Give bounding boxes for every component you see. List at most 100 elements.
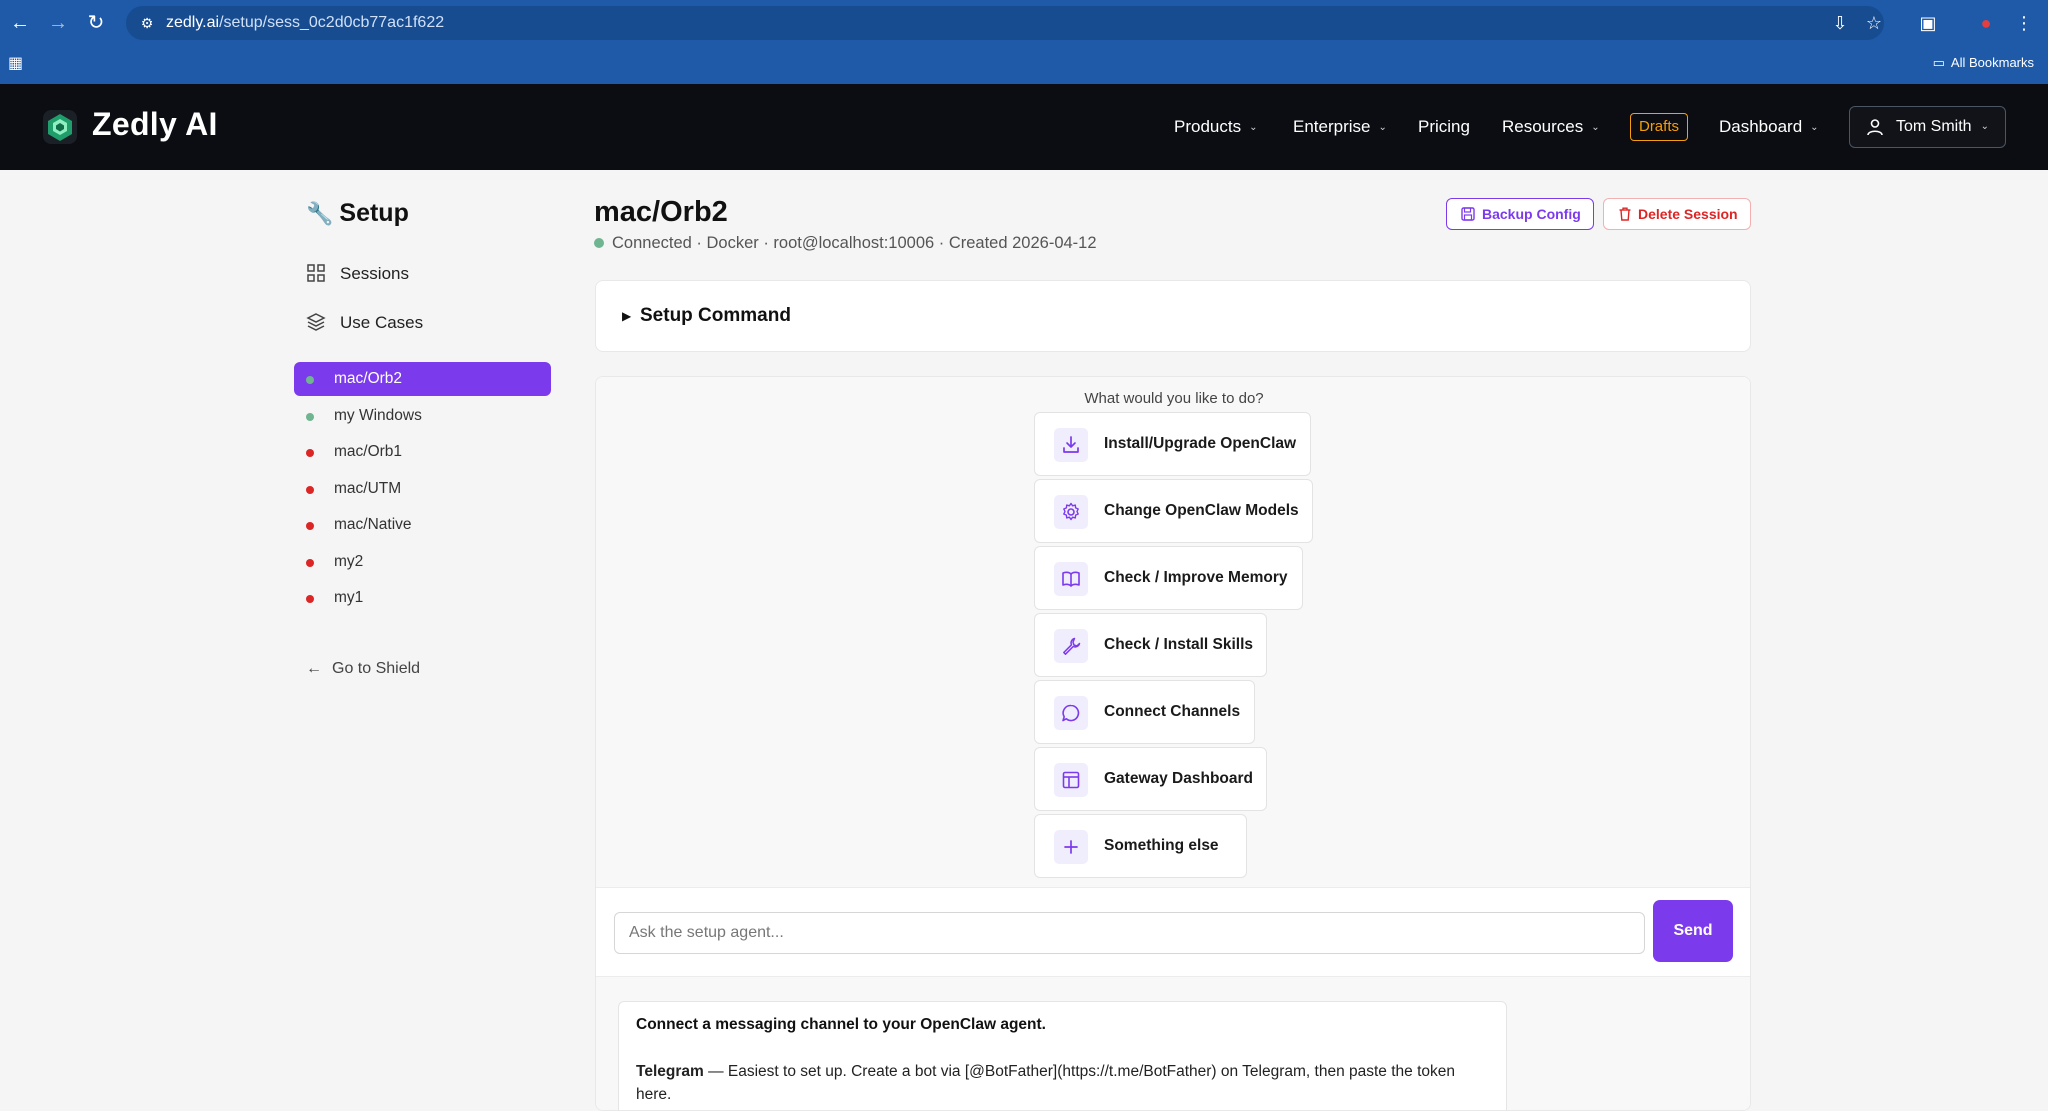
sidebar-link-use-cases[interactable]: Use Cases [306,312,423,333]
install-app-icon[interactable]: ⇩ [1828,11,1852,35]
layers-icon [306,313,326,331]
option-gateway-dashboard[interactable]: Gateway Dashboard [1034,747,1267,811]
zedly-logo-icon[interactable] [42,109,78,145]
ask-agent-input[interactable] [614,912,1645,954]
nav-enterprise[interactable]: Enterprise ⌄ [1293,117,1387,137]
session-item[interactable]: my2 [294,545,551,579]
agent-message: Connect a messaging channel to your Open… [618,1001,1507,1110]
session-label: my Windows [334,407,422,424]
status-dot [306,559,314,567]
delete-session-button[interactable]: Delete Session [1603,198,1751,230]
menu-kebab-icon[interactable]: ⋮ [2012,11,2036,35]
status-dot [306,449,314,457]
all-bookmarks[interactable]: ▭ All Bookmarks [1933,55,2034,71]
option-install-skills[interactable]: Check / Install Skills [1034,613,1267,677]
option-install-upgrade[interactable]: Install/Upgrade OpenClaw [1034,412,1311,476]
option-label: Gateway Dashboard [1104,770,1254,787]
nav-dashboard-label: Dashboard [1719,117,1803,136]
option-label: Check / Improve Memory [1104,569,1288,586]
status-dot [306,522,314,530]
save-icon [1461,207,1475,221]
option-check-memory[interactable]: Check / Improve Memory [1034,546,1303,610]
setup-command-title: Setup Command [640,305,791,326]
chevron-down-icon: ⌄ [1591,122,1600,133]
wrench-icon: 🔧 [306,201,334,226]
send-button[interactable]: Send [1653,900,1733,962]
status-dot [306,413,314,421]
go-to-shield-link[interactable]: ← Go to Shield [306,660,420,678]
nav-dashboard[interactable]: Dashboard ⌄ [1719,117,1819,137]
extension-pin-icon[interactable]: ● [1974,11,1998,35]
url-text[interactable]: zedly.ai/setup/sess_0c2d0cb77ac1f622 [166,14,444,32]
options-area: What would you like to do? Install/Upgra… [596,377,1750,887]
chevron-down-icon: ⌄ [1980,121,1989,132]
status-dot [306,595,314,603]
browser-chrome: ← → ↻ ⚙ zedly.ai/setup/sess_0c2d0cb77ac1… [0,0,2048,84]
message-body: Telegram — Easiest to set up. Create a b… [636,1060,1476,1106]
disclosure-triangle-icon: ▶ [622,309,632,323]
nav-resources[interactable]: Resources ⌄ [1502,117,1600,137]
download-icon [1054,428,1088,462]
browser-toolbar: ← → ↻ ⚙ zedly.ai/setup/sess_0c2d0cb77ac1… [0,0,2048,46]
url-host: zedly.ai [166,14,220,31]
session-label: mac/Native [334,516,412,533]
site-settings-icon[interactable]: ⚙ [138,14,156,32]
bookmarks-bar: ▦ ▭ All Bookmarks [0,46,2048,84]
session-item[interactable]: mac/Native [294,508,551,542]
backup-config-button[interactable]: Backup Config [1446,198,1594,230]
chevron-down-icon: ⌄ [1378,122,1387,133]
option-something-else[interactable]: Something else [1034,814,1247,878]
setup-command-card[interactable]: ▶ Setup Command [595,280,1751,352]
chat-input-bar: Send [596,887,1750,977]
options-prompt: What would you like to do? [1084,390,1264,407]
book-icon [1054,562,1088,596]
forward-icon[interactable]: → [46,11,70,35]
session-status: Connected · Docker · root@localhost:1000… [594,234,1097,253]
sidebar-link-sessions-label: Sessions [340,264,409,283]
session-item[interactable]: mac/Orb1 [294,435,551,469]
backup-config-label: Backup Config [1482,206,1581,222]
arrow-left-icon: ← [306,660,322,677]
site-header: Zedly AI Products ⌄ Enterprise ⌄ Pricing R… [0,84,2048,170]
sidebar-link-use-cases-label: Use Cases [340,313,424,332]
status-dot [306,376,314,384]
channel-description: — Easiest to set up. Create a bot via [@… [636,1063,1456,1103]
session-item[interactable]: mac/Orb2 [294,362,551,396]
session-item[interactable]: mac/UTM [294,472,551,506]
sidebar-title: 🔧 Setup [306,199,409,228]
session-label: mac/UTM [334,480,402,497]
session-label: mac/Orb2 [334,370,403,387]
url-path: /setup/sess_0c2d0cb77ac1f622 [219,14,445,31]
option-change-models[interactable]: Change OpenClaw Models [1034,479,1313,543]
grid-icon [307,264,325,282]
option-label: Check / Install Skills [1104,636,1254,653]
bookmark-star-icon[interactable]: ☆ [1862,11,1886,35]
chevron-down-icon: ⌄ [1249,122,1258,133]
back-icon[interactable]: ← [8,11,32,35]
session-label: my1 [334,589,364,606]
apps-grid-icon[interactable]: ▦ [8,54,28,74]
reading-list-icon[interactable]: ▣ [1916,11,1940,35]
session-item[interactable]: my1 [294,581,551,615]
user-menu-button[interactable]: Tom Smith ⌄ [1849,106,2006,148]
option-connect-channels[interactable]: Connect Channels [1034,680,1255,744]
trash-icon [1619,207,1631,221]
plus-icon [1054,830,1088,864]
sidebar-link-sessions[interactable]: Sessions [306,263,409,284]
session-status-text: Connected · Docker · root@localhost:1000… [612,234,1097,252]
user-name: Tom Smith [1896,118,1972,135]
brand-name[interactable]: Zedly AI [92,106,218,143]
page-title: mac/Orb2 [594,196,728,228]
session-item[interactable]: my Windows [294,399,551,433]
nav-drafts[interactable]: Drafts [1630,113,1688,141]
layout-icon [1054,763,1088,797]
option-label: Change OpenClaw Models [1104,502,1299,519]
chat-bubble-icon [1054,696,1088,730]
option-label: Connect Channels [1104,703,1241,720]
reload-icon[interactable]: ↻ [84,11,108,35]
go-to-shield-label: Go to Shield [332,660,421,677]
nav-products[interactable]: Products ⌄ [1174,117,1257,137]
nav-pricing[interactable]: Pricing [1418,117,1470,137]
address-bar[interactable]: ⚙ zedly.ai/setup/sess_0c2d0cb77ac1f622 [126,6,1884,40]
wrench-icon [1054,629,1088,663]
